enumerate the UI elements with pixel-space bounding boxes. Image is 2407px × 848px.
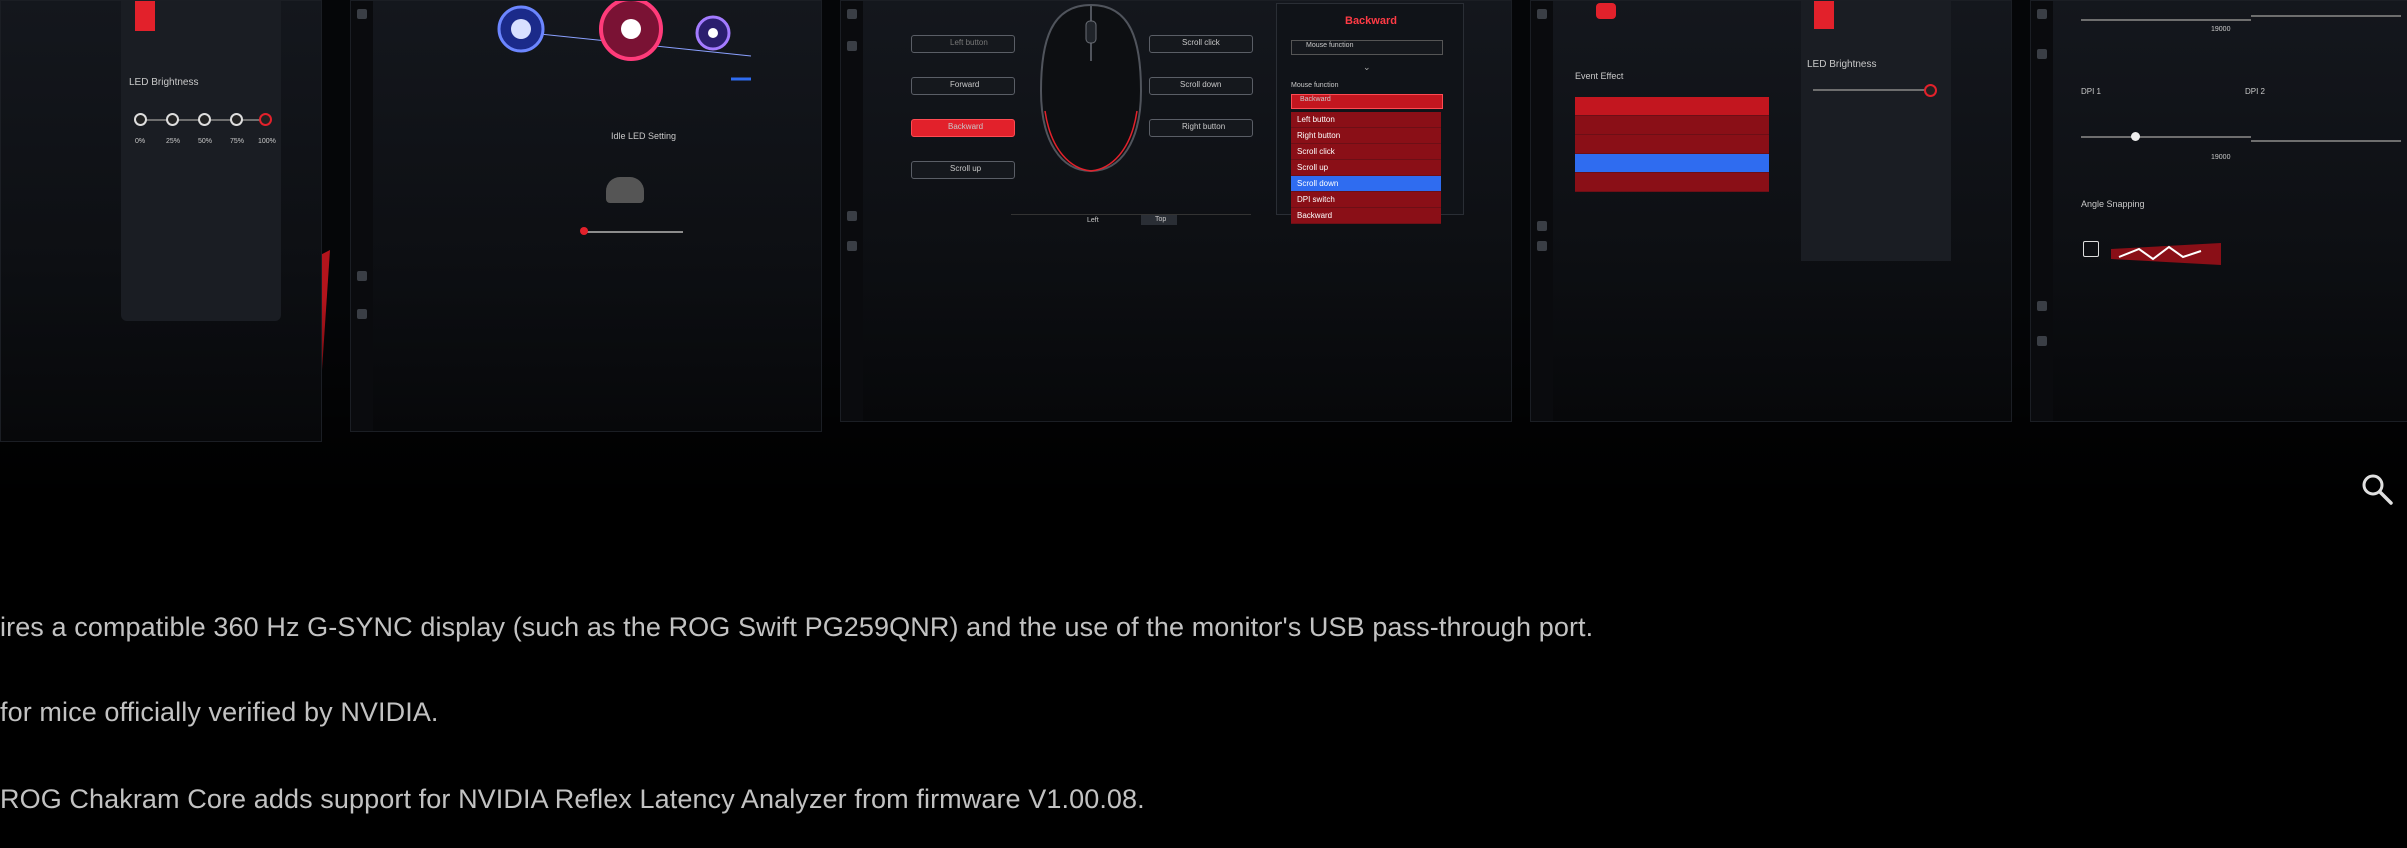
lighting-zones-graphic	[497, 1, 752, 81]
angle-snapping-label: Angle Snapping	[2081, 199, 2145, 209]
mouse-diagram	[1039, 3, 1143, 173]
option-backward[interactable]: Backward	[1291, 208, 1441, 224]
angle-snapping-graphic	[2111, 243, 2221, 265]
angle-snapping-checkbox[interactable]	[2083, 241, 2099, 257]
event-icon	[1591, 1, 1621, 31]
function-select[interactable]: Backward	[1291, 94, 1443, 109]
dpi-2-label: DPI 2	[2245, 87, 2266, 96]
dpi-slider-1[interactable]	[2081, 19, 2251, 21]
brightness-tick	[230, 113, 243, 126]
event-row[interactable]	[1575, 97, 1769, 116]
brightness-slider[interactable]	[1813, 89, 1929, 91]
function-options-list: Left button Right button Scroll click Sc…	[1291, 112, 1441, 224]
event-row[interactable]	[1575, 116, 1769, 135]
brightness-tick-label: 75%	[230, 138, 245, 145]
brightness-tick-label: 50%	[198, 138, 213, 145]
side-rail	[1531, 1, 1553, 421]
app-panel-event-effect: Event Effect LED Brightness	[1530, 0, 2012, 422]
event-row-highlighted[interactable]	[1575, 154, 1769, 173]
led-brightness-label: LED Brightness	[1807, 59, 1877, 70]
option-left-button[interactable]: Left button	[1291, 112, 1441, 128]
led-card	[1801, 1, 1951, 261]
dpi-1-label: DPI 1	[2081, 87, 2102, 96]
dpi-slider-4[interactable]	[2251, 140, 2401, 142]
idle-slider[interactable]	[583, 231, 683, 233]
magnifier-icon	[2362, 474, 2393, 505]
tab-top[interactable]: Top	[1141, 215, 1177, 225]
mapping-button-right[interactable]: Right button	[1149, 119, 1253, 137]
brightness-tick	[134, 113, 147, 126]
view-tabs: Left Top	[1011, 214, 1251, 227]
option-dpi-switch[interactable]: DPI switch	[1291, 192, 1441, 208]
mapping-button-scroll-down[interactable]: Scroll down	[1149, 77, 1253, 95]
option-scroll-up[interactable]: Scroll up	[1291, 160, 1441, 176]
brightness-tick-label: 25%	[166, 138, 181, 145]
footnote-1: ires a compatible 360 Hz G-SYNC display …	[0, 612, 1594, 642]
option-scroll-down[interactable]: Scroll down	[1291, 176, 1441, 192]
brightness-handle[interactable]	[259, 113, 272, 126]
event-row[interactable]	[1575, 173, 1769, 192]
mapping-button-backward[interactable]: Backward	[911, 119, 1015, 137]
brightness-tick	[166, 113, 179, 126]
assignment-popup: Backward Mouse function ⌄ Mouse function…	[1276, 3, 1464, 224]
mapping-button-left[interactable]: Left button	[911, 35, 1015, 53]
dpi-max-a: 19000	[2211, 26, 2231, 33]
tab-left[interactable]: Left	[1087, 217, 1099, 224]
brightness-tick-label: 100%	[258, 138, 276, 145]
side-rail	[841, 1, 863, 421]
dpi-slider-2[interactable]	[2251, 15, 2401, 17]
footnote-2: for mice officially verified by NVIDIA.	[0, 697, 439, 727]
app-panel-lighting: Idle LED Setting	[350, 0, 822, 432]
idle-led-label: Idle LED Setting	[611, 131, 677, 141]
led-brightness-label: LED Brightness	[129, 77, 199, 88]
zoom-button[interactable]	[2360, 472, 2394, 506]
popup-title: Backward	[1345, 15, 1397, 27]
mapping-button-scroll-click[interactable]: Scroll click	[1149, 35, 1253, 53]
color-swatch	[1814, 1, 1834, 29]
hero-image: LED Brightness 0% 25% 50% 75% 100% Idle …	[0, 0, 2407, 500]
dpi-max-b: 19000	[2211, 154, 2231, 161]
mapping-button-scroll-up[interactable]: Scroll up	[911, 161, 1015, 179]
side-rail	[2031, 1, 2053, 421]
brightness-tick-label: 0%	[135, 138, 146, 145]
option-right-button[interactable]: Right button	[1291, 128, 1441, 144]
event-list	[1575, 97, 1769, 192]
color-swatch	[135, 1, 155, 31]
mapping-button-forward[interactable]: Forward	[911, 77, 1015, 95]
chevron-down-icon[interactable]: ⌄	[1363, 62, 1371, 73]
option-scroll-click[interactable]: Scroll click	[1291, 144, 1441, 160]
dpi-handle[interactable]	[2131, 132, 2140, 141]
app-panel-dpi: 19000 DPI 1 DPI 2 19000 Angle Snapping	[2030, 0, 2407, 422]
brightness-handle[interactable]	[1924, 84, 1937, 97]
function-type-select[interactable]: Mouse function	[1291, 40, 1443, 55]
footnote-3: ROG Chakram Core adds support for NVIDIA…	[0, 784, 1145, 814]
idle-slider-handle[interactable]	[580, 227, 588, 235]
mouse-thumbnail	[606, 177, 644, 203]
dpi-slider-3[interactable]	[2081, 136, 2251, 138]
app-panel-led: LED Brightness 0% 25% 50% 75% 100%	[0, 0, 322, 442]
function-label: Mouse function	[1291, 82, 1339, 89]
event-row[interactable]	[1575, 135, 1769, 154]
event-effect-label: Event Effect	[1575, 71, 1624, 81]
app-panel-button-assignment: Left button Forward Backward Scroll up S…	[840, 0, 1512, 422]
led-card	[121, 1, 281, 321]
brightness-tick	[198, 113, 211, 126]
